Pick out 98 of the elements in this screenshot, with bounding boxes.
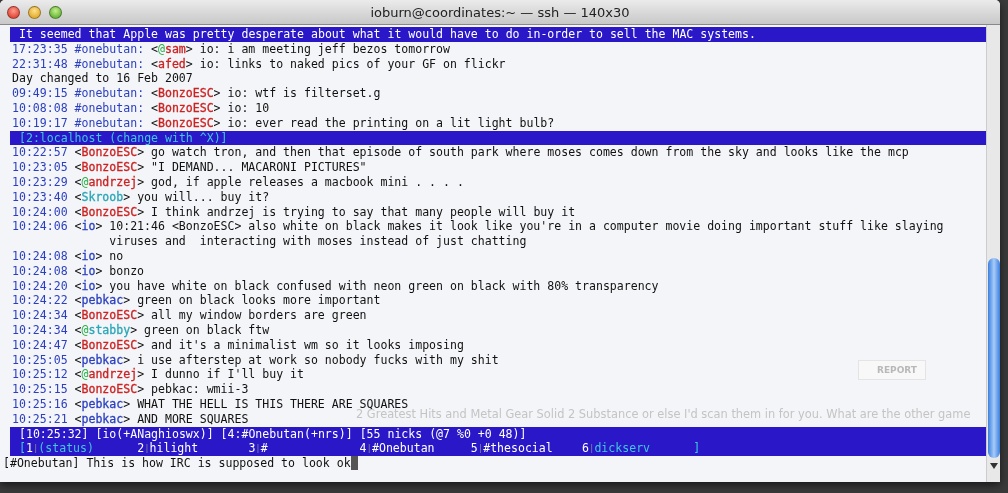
message-text: io: 10: [227, 101, 270, 116]
window-list-item[interactable]: 5|#thesocial: [470, 441, 583, 457]
timestamp: 10:23:05: [12, 160, 68, 175]
nick: <pebkac>: [74, 411, 131, 427]
timestamp: 10:24:34: [12, 322, 68, 338]
message-text: 10:21:46 <BonzoESC> also white on black makes it look like you're in a computer movie doing important stuff like slaying: [109, 219, 944, 235]
timestamp: 10:22:57: [12, 145, 68, 161]
message-text: green on black ftw: [144, 322, 270, 338]
message-text: god, if apple releases a macbook mini . . . .: [151, 174, 464, 190]
nick: <io>: [74, 248, 103, 264]
nick: <@andrzej>: [74, 367, 145, 383]
message-text: io: wtf is filterset.g: [227, 86, 381, 101]
message-text: and it's a minimalist wm so it looks imposing: [151, 337, 464, 353]
timestamp: 10:24:34: [12, 308, 68, 323]
nick: <io>: [74, 263, 103, 279]
channel-name: #onebutan:: [74, 86, 145, 101]
text-cursor: [350, 456, 358, 471]
timestamp: 10:24:22: [12, 293, 68, 309]
message-text: all my window borders are green: [151, 308, 367, 323]
window-bar: [2:localhost (change with ^X)]: [10, 130, 986, 146]
bracket: ]: [693, 441, 701, 457]
nick: <io>: [74, 219, 103, 236]
minimize-button[interactable]: [28, 5, 41, 19]
nick: <pebkac>: [74, 352, 131, 368]
nick: <BonzoESC>: [74, 160, 145, 175]
scrollbar-thumb[interactable]: [988, 258, 1000, 458]
message-text: io: ever read the printing on a lit light bulb?: [227, 115, 555, 131]
nick: <BonzoESC>: [151, 86, 221, 101]
log-line: Day changed to 16 Feb 2007: [12, 71, 194, 87]
nick: <io>: [74, 278, 103, 294]
nick: <BonzoESC>: [151, 115, 221, 131]
message-text: AND MORE SQUARES: [137, 411, 249, 427]
status-item: [10:25:32]: [19, 426, 89, 442]
topic-bar: It seemed that Apple was pretty desperate about what it would have to do in-order to sell the MAC systems.: [10, 27, 986, 42]
nick: <Skroob>: [74, 189, 131, 205]
scrollbar[interactable]: [986, 25, 1000, 482]
window-title: ioburn@coordinates:~ — ssh — 140x30: [370, 4, 630, 20]
message-text: you have white on black confused with neon green on black with 80% transparency: [109, 278, 659, 294]
nick: <@sam>: [151, 41, 193, 57]
status-item: [4:#Onebutan(+nrs)]: [220, 426, 353, 442]
window-list-item[interactable]: 3|#: [248, 441, 360, 457]
nick: <afed>: [151, 56, 193, 72]
timestamp: 22:31:48: [12, 56, 68, 72]
scroll-down-arrow-icon[interactable]: [989, 462, 999, 470]
channel-name: #onebutan:: [74, 115, 145, 131]
channel-name: #onebutan:: [74, 41, 145, 57]
close-button[interactable]: [7, 5, 20, 19]
timestamp: 10:24:47: [12, 337, 68, 353]
timestamp: 10:25:05: [12, 352, 68, 368]
window-list-item[interactable]: 4|#Onebutan: [359, 441, 471, 457]
timestamp: 10:24:00: [12, 204, 68, 220]
status-item: [io(+ANaghioswx)]: [95, 426, 214, 442]
bracket: [: [19, 441, 26, 457]
message-text: "I DEMAND... MACARONI PICTURES": [151, 160, 367, 175]
window-list-item[interactable]: 2|hilight: [137, 441, 249, 457]
nick: <BonzoESC>: [74, 204, 145, 220]
message-text: viruses and interacting with moses instead of just chatting: [109, 234, 528, 249]
nick: <BonzoESC>: [151, 101, 221, 116]
timestamp: 10:25:21: [12, 411, 68, 427]
message-text: io: i am meeting jeff bezos tomorrow: [199, 41, 450, 57]
message-text: bonzo: [109, 263, 145, 279]
message-text: go watch tron, and then that episode of south park where moses comes down from the sky and looks like the mcp: [151, 145, 909, 161]
message-text: you will... buy it?: [137, 189, 270, 205]
message-text: no: [109, 248, 124, 264]
timestamp: 10:25:15: [12, 382, 68, 397]
message-text: pebkac: wmii-3: [151, 382, 249, 397]
timestamp: 10:23:40: [12, 189, 68, 205]
timestamp: 10:24:06: [12, 219, 68, 236]
timestamp: 17:23:35: [12, 41, 68, 57]
timestamp: 10:24:20: [12, 278, 68, 294]
channel-name: #onebutan:: [74, 56, 145, 72]
nick: <BonzoESC>: [74, 337, 145, 353]
timestamp: 10:23:29: [12, 174, 68, 190]
message-text: I dunno if I'll buy it: [151, 367, 304, 383]
nick: <BonzoESC>: [74, 382, 145, 397]
message-text: I think andrzej is trying to say that many people will buy it: [151, 204, 576, 220]
nick: <BonzoESC>: [74, 145, 145, 161]
nick: <pebkac>: [74, 396, 131, 412]
timestamp: 10:08:08: [12, 101, 68, 116]
channel-name: #onebutan:: [74, 101, 145, 116]
nick: <@stabby>: [74, 322, 138, 338]
timestamp: 10:19:17: [12, 115, 68, 131]
timestamp: 10:25:12: [12, 367, 68, 383]
nick: <pebkac>: [74, 293, 131, 309]
message-text: io: links to naked pics of your GF on flickr: [199, 56, 506, 72]
message-text: i use afterstep at work so nobody fucks with my shit: [137, 352, 499, 368]
window-list-item[interactable]: 1|(status): [25, 441, 138, 457]
input-line[interactable]: [#Onebutan] This is how IRC is supposed to look ok: [3, 456, 986, 471]
timestamp: 09:49:15: [12, 86, 68, 101]
timestamp: 10:24:08: [12, 263, 68, 279]
timestamp: 10:24:08: [12, 248, 68, 264]
message-text: green on black looks more important: [137, 293, 381, 309]
timestamp: 10:25:16: [12, 396, 68, 412]
zoom-button[interactable]: [49, 5, 62, 19]
status-item: [55 nicks (@7 %0 +0 48)]: [359, 426, 527, 442]
nick: <BonzoESC>: [74, 308, 145, 323]
window-list-item[interactable]: 6|dickserv: [582, 441, 694, 457]
nick: <@andrzej>: [74, 174, 145, 190]
